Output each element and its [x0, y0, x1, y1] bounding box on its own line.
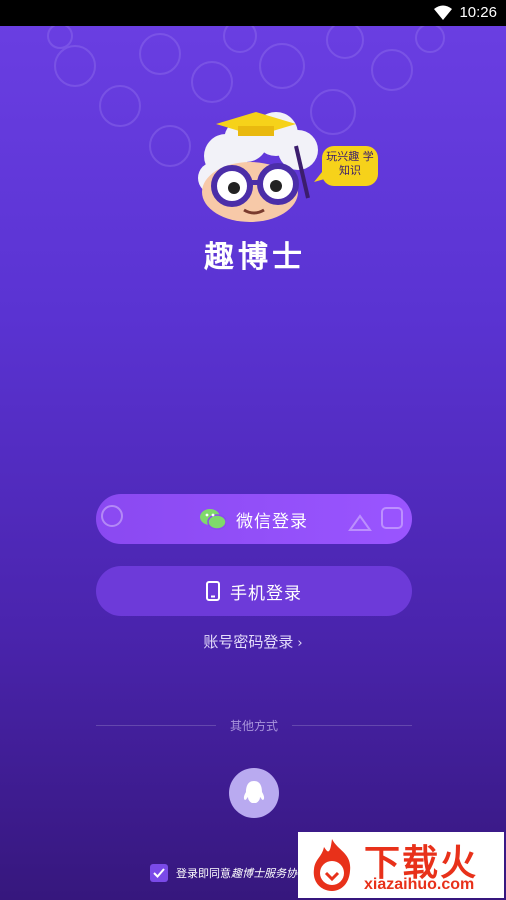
agreement-prefix: 登录即同意 — [176, 867, 231, 880]
speech-bubble-text: 玩兴趣 学知识 — [326, 150, 374, 177]
phone-login-label: 手机登录 — [230, 583, 302, 604]
qq-login-button[interactable] — [229, 768, 279, 818]
watermark-url: xiazaihuo.com — [364, 876, 475, 893]
watermark-logo: 下载火 xiazaihuo.com — [298, 832, 504, 898]
wechat-icon — [200, 509, 226, 530]
account-login-label: 账号密码登录 — [203, 633, 294, 651]
decorative-doodle — [348, 507, 403, 531]
status-bar: 10:26 — [0, 0, 506, 26]
wechat-login-button[interactable]: 微信登录 — [96, 494, 412, 544]
divider-line — [292, 725, 412, 726]
phone-icon — [206, 581, 220, 601]
app-logo-text: 趣博士 — [204, 240, 306, 275]
other-methods-divider: 其他方式 — [96, 716, 412, 734]
agreement-row: 登录即同意 趣博士服务协议 — [150, 863, 308, 883]
qq-icon — [243, 781, 265, 803]
decorative-doodle — [101, 505, 123, 527]
phone-login-button[interactable]: 手机登录 — [96, 566, 412, 616]
check-icon — [153, 868, 165, 878]
chevron-right-icon: › — [297, 636, 303, 651]
wechat-login-label: 微信登录 — [236, 511, 308, 532]
flame-logo-icon — [313, 839, 351, 891]
agreement-checkbox[interactable] — [150, 864, 168, 882]
service-agreement-link[interactable]: 趣博士服务协议 — [231, 865, 308, 881]
account-password-login-link[interactable]: 账号密码登录 › — [0, 631, 506, 652]
wifi-icon — [434, 5, 452, 20]
status-time: 10:26 — [459, 4, 497, 21]
